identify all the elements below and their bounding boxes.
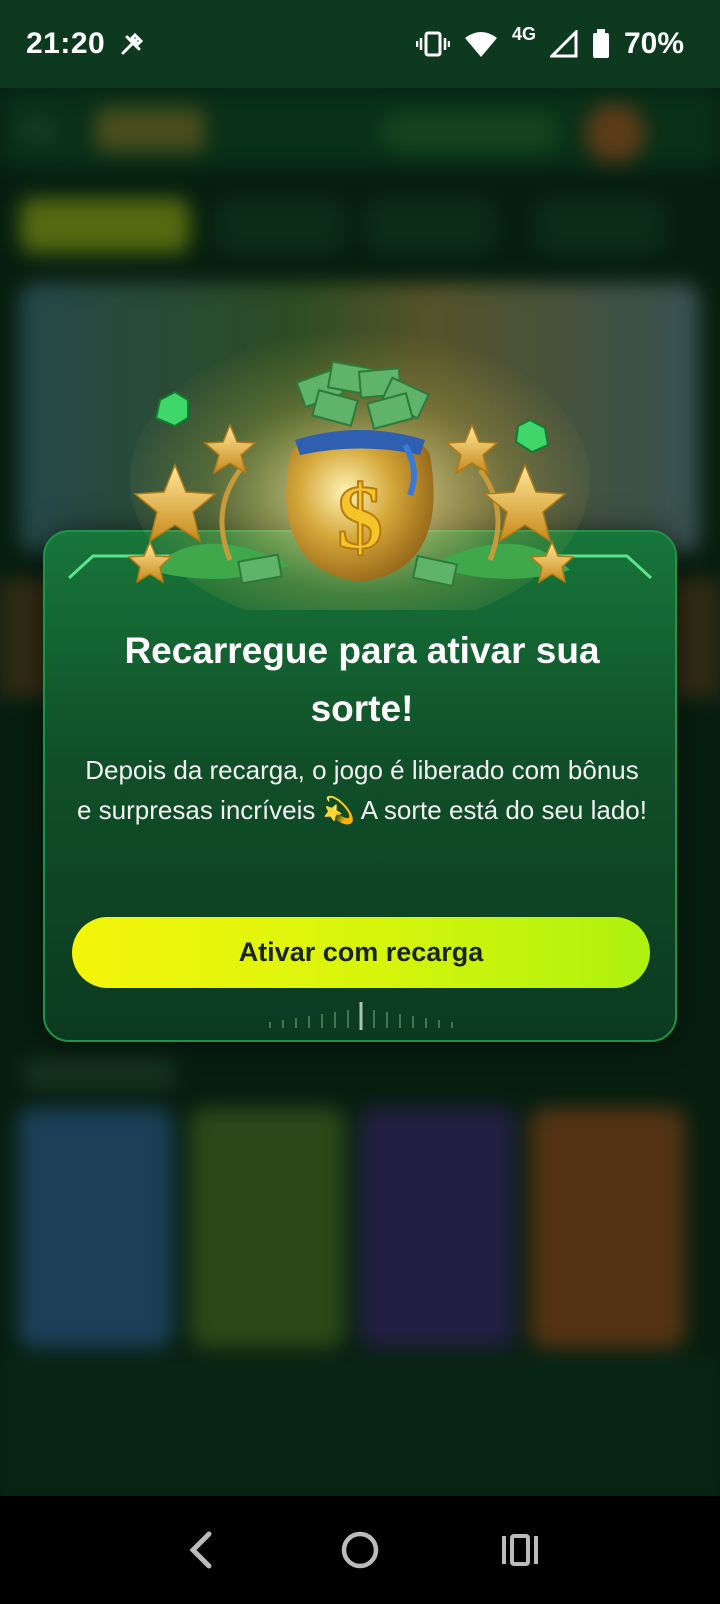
money-bag-illustration: $ [127, 330, 590, 610]
android-nav-bar [0, 1496, 720, 1604]
network-type: 4G [511, 23, 536, 44]
vibrate-icon [415, 31, 450, 57]
svg-text:$: $ [337, 466, 383, 568]
signal-icon [549, 30, 578, 58]
modal-description: Depois da recarga, o jogo é liberado com… [77, 755, 647, 825]
decorative-ticks [269, 1002, 453, 1030]
status-time: 21:20 [26, 27, 106, 60]
tools-icon [121, 32, 144, 55]
wifi-icon [464, 32, 497, 57]
activate-recharge-button[interactable]: Ativar com recarga [72, 917, 650, 988]
battery-percent: 70% [623, 27, 684, 60]
battery-icon [592, 29, 609, 58]
back-icon[interactable] [170, 1520, 230, 1580]
modal-title: Recarregue para ativar sua sorte! [124, 630, 600, 729]
home-icon[interactable] [330, 1520, 390, 1580]
status-bar: 21:20 4G 70% [0, 0, 720, 88]
recents-icon[interactable] [490, 1520, 550, 1580]
